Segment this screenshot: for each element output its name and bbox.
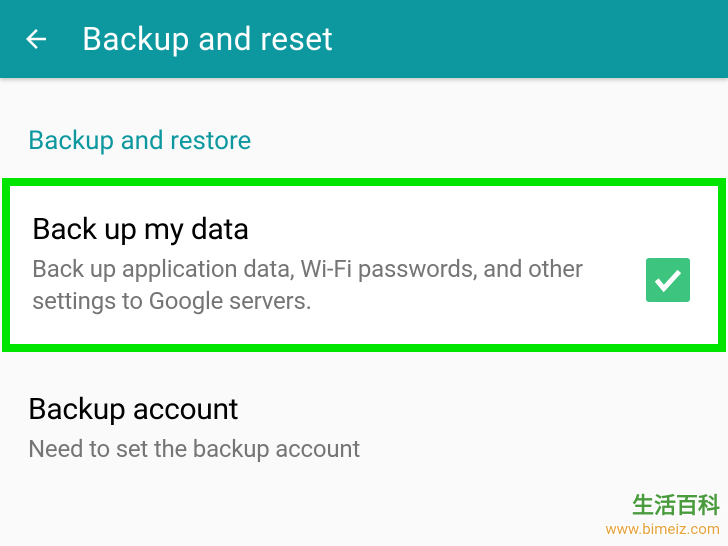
checkmark-icon	[651, 263, 685, 297]
section-header: Backup and restore	[0, 78, 728, 178]
app-bar: Backup and reset	[0, 0, 728, 78]
back-button[interactable]	[18, 21, 54, 57]
page-title: Backup and reset	[82, 20, 333, 58]
content-area: Backup and restore Back up my data Back …	[0, 78, 728, 485]
item-text-block: Back up my data Back up application data…	[32, 212, 646, 318]
item-title: Backup account	[28, 392, 684, 427]
watermark-text-cn: 生活百科	[605, 494, 720, 520]
item-text-block: Backup account Need to set the backup ac…	[28, 392, 700, 465]
watermark-text-url: www.bimeiz.com	[605, 520, 720, 538]
arrow-left-icon	[21, 24, 51, 54]
backup-checkbox[interactable]	[646, 258, 690, 302]
backup-account-item[interactable]: Backup account Need to set the backup ac…	[0, 352, 728, 485]
item-title: Back up my data	[32, 212, 630, 247]
watermark: 生活百科 www.bimeiz.com	[605, 494, 720, 538]
item-subtitle: Need to set the backup account	[28, 433, 684, 465]
backup-my-data-item[interactable]: Back up my data Back up application data…	[10, 186, 718, 344]
highlight-box: Back up my data Back up application data…	[2, 178, 726, 352]
item-subtitle: Back up application data, Wi-Fi password…	[32, 253, 630, 318]
